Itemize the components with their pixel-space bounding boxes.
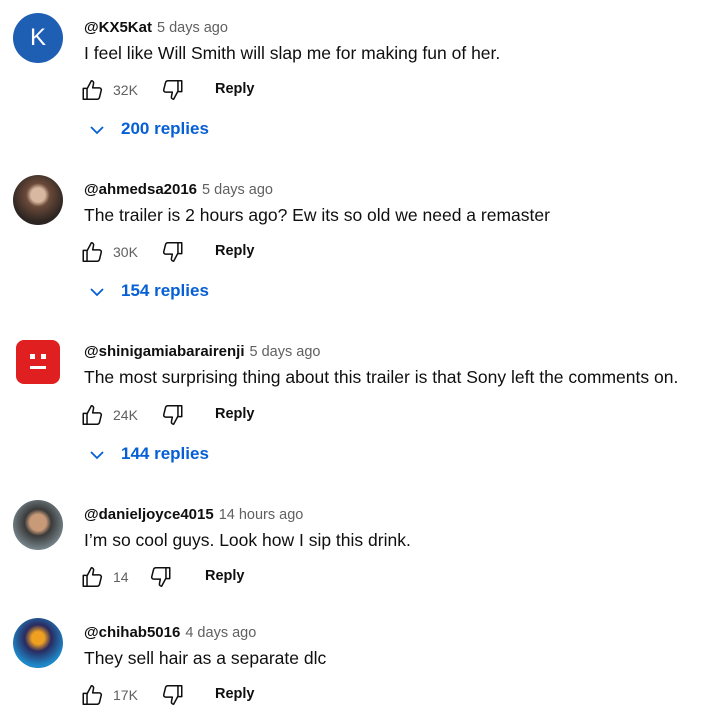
comment: K @KX5Kat 5 days ago I feel like Will Smi…	[0, 13, 709, 153]
dislike-icon[interactable]	[159, 682, 185, 708]
avatar[interactable]	[16, 340, 60, 384]
like-icon[interactable]	[80, 564, 106, 590]
comment-header: @ahmedsa2016 5 days ago	[84, 181, 273, 198]
comment-header: @chihab5016 4 days ago	[84, 624, 256, 641]
like-icon[interactable]	[80, 402, 106, 428]
timestamp[interactable]: 5 days ago	[202, 182, 273, 198]
like-count: 30K	[113, 244, 138, 260]
author-handle[interactable]: @danieljoyce4015	[84, 506, 214, 523]
like-count: 32K	[113, 82, 138, 98]
face-icon	[30, 354, 46, 369]
replies-count: 154 replies	[121, 281, 209, 300]
author-handle[interactable]: @ahmedsa2016	[84, 181, 197, 198]
reply-button[interactable]: Reply	[215, 686, 255, 702]
comment-text: The trailer is 2 hours ago? Ew its so ol…	[84, 205, 550, 225]
author-handle[interactable]: @KX5Kat	[84, 19, 152, 36]
comment: @chihab5016 4 days ago They sell hair as …	[0, 618, 709, 716]
like-count: 24K	[113, 407, 138, 423]
comment-text: The most surprising thing about this tra…	[84, 367, 679, 387]
avatar[interactable]: K	[13, 13, 63, 63]
like-icon[interactable]	[80, 239, 106, 265]
dislike-icon[interactable]	[159, 239, 185, 265]
comment-header: @KX5Kat 5 days ago	[84, 19, 228, 36]
dislike-icon[interactable]	[147, 564, 173, 590]
reply-button[interactable]: Reply	[205, 568, 245, 584]
author-handle[interactable]: @shinigamiabarairenji	[84, 343, 245, 360]
reply-button[interactable]: Reply	[215, 406, 255, 422]
chevron-down-icon	[88, 446, 106, 464]
avatar[interactable]	[13, 500, 63, 550]
comment-text: I feel like Will Smith will slap me for …	[84, 43, 501, 63]
comment-header: @shinigamiabarairenji 5 days ago	[84, 343, 320, 360]
chevron-down-icon	[88, 121, 106, 139]
comment: @shinigamiabarairenji 5 days ago The most…	[0, 337, 709, 477]
replies-count: 144 replies	[121, 444, 209, 463]
comment: @danieljoyce4015 14 hours ago I’m so cool…	[0, 500, 709, 600]
comment-header: @danieljoyce4015 14 hours ago	[84, 506, 303, 523]
dislike-icon[interactable]	[159, 402, 185, 428]
dislike-icon[interactable]	[159, 77, 185, 103]
like-icon[interactable]	[80, 682, 106, 708]
like-count: 17K	[113, 687, 138, 703]
reply-button[interactable]: Reply	[215, 243, 255, 259]
comment: @ahmedsa2016 5 days ago The trailer is 2 …	[0, 175, 709, 315]
timestamp[interactable]: 5 days ago	[157, 20, 228, 36]
avatar-letter: K	[29, 24, 46, 51]
avatar[interactable]	[13, 175, 63, 225]
chevron-down-icon	[88, 283, 106, 301]
author-handle[interactable]: @chihab5016	[84, 624, 180, 641]
timestamp[interactable]: 5 days ago	[250, 344, 321, 360]
timestamp[interactable]: 4 days ago	[185, 625, 256, 641]
timestamp[interactable]: 14 hours ago	[219, 507, 304, 523]
comment-text: They sell hair as a separate dlc	[84, 648, 327, 668]
like-icon[interactable]	[80, 77, 106, 103]
replies-count: 200 replies	[121, 119, 209, 138]
avatar[interactable]	[13, 618, 63, 668]
like-count: 14	[113, 569, 129, 585]
reply-button[interactable]: Reply	[215, 81, 255, 97]
comment-text: I’m so cool guys. Look how I sip this dr…	[84, 530, 411, 550]
